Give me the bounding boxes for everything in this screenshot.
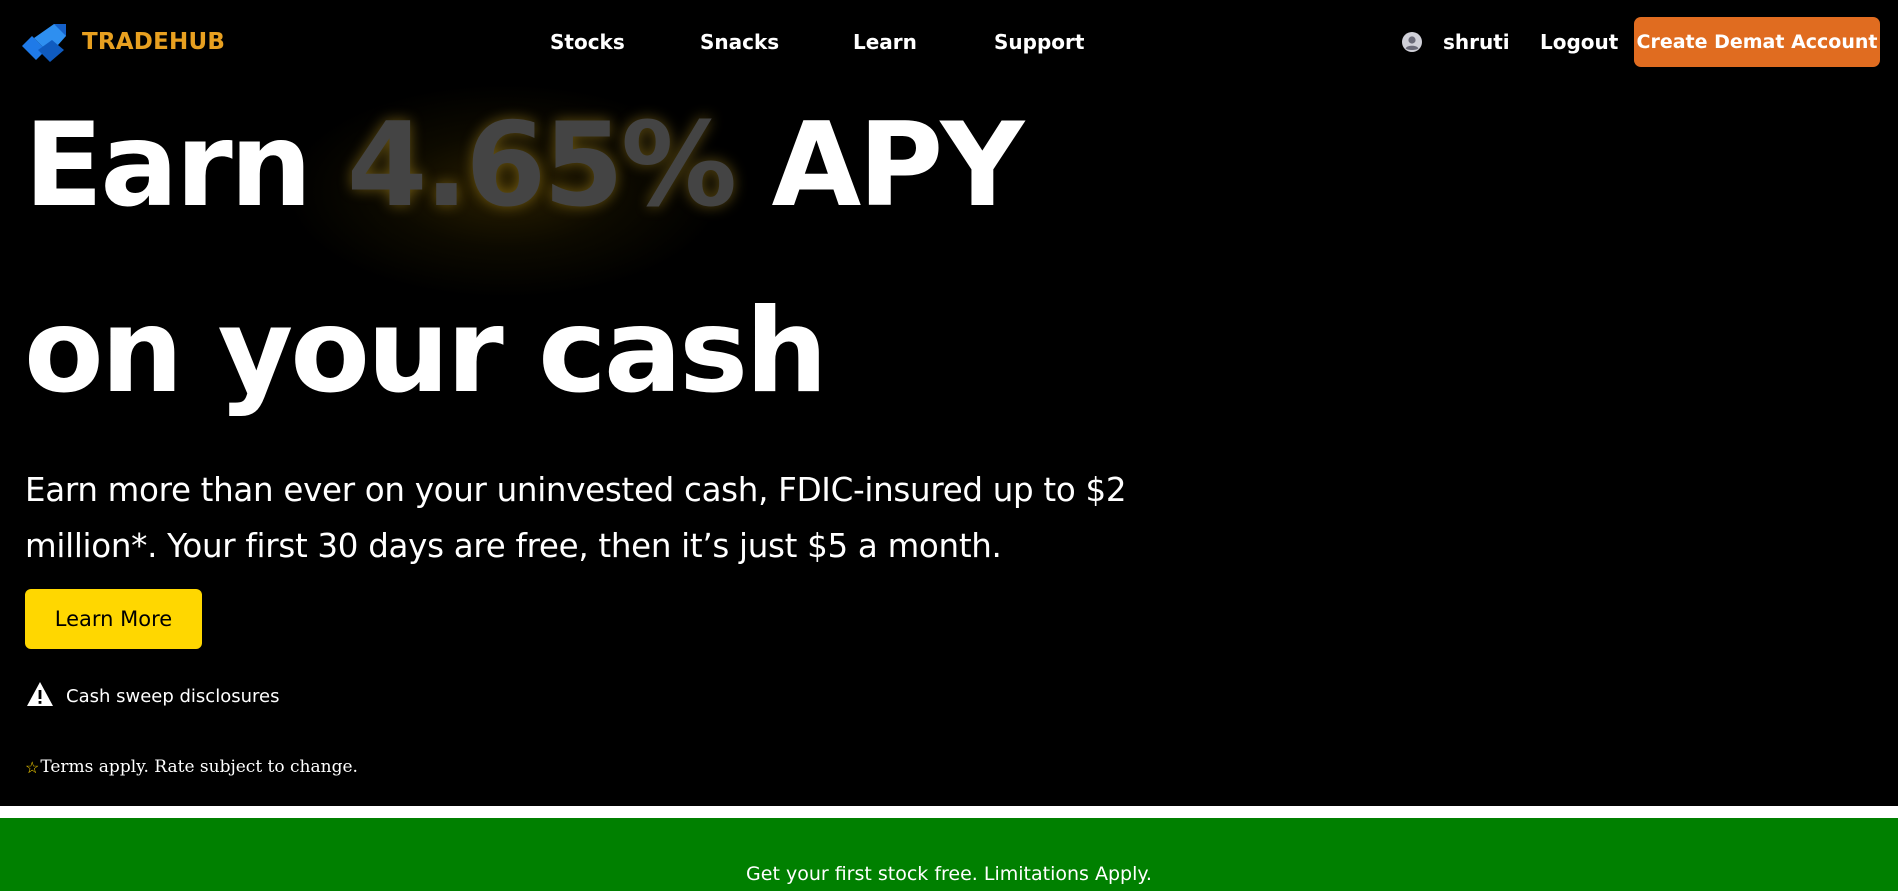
learn-more-button[interactable]: Learn More — [25, 589, 202, 649]
create-demat-account-button[interactable]: Create Demat Account — [1634, 17, 1880, 67]
headline-suffix: APY — [771, 98, 1025, 233]
promo-banner: Get your first stock free. Limitations A… — [0, 818, 1898, 891]
nav-snacks[interactable]: Snacks — [700, 30, 779, 54]
logout-link[interactable]: Logout — [1540, 30, 1618, 54]
hero-section: TRADEHUB Stocks Snacks Learn Support shr… — [0, 0, 1898, 806]
disclosure-label: Cash sweep disclosures — [66, 686, 280, 707]
user-avatar-icon[interactable] — [1402, 32, 1422, 52]
hero-description: Earn more than ever on your uninvested c… — [25, 471, 1127, 565]
terms-note: ☆ Terms apply. Rate subject to change. — [25, 757, 358, 777]
cash-sweep-disclosures-link[interactable]: Cash sweep disclosures — [26, 680, 279, 707]
promo-text: Get your first stock free. Limitations A… — [746, 863, 1152, 885]
nav-learn[interactable]: Learn — [853, 30, 917, 54]
brand-logo[interactable]: TRADEHUB — [20, 20, 225, 64]
nav-support[interactable]: Support — [994, 30, 1084, 54]
nav-stocks[interactable]: Stocks — [550, 30, 625, 54]
star-icon: ☆ — [25, 757, 40, 777]
terms-text: Terms apply. Rate subject to change. — [40, 757, 358, 777]
headline-prefix: Earn — [24, 98, 312, 233]
tradehub-arrow-logo-icon — [22, 24, 66, 62]
brand-name: TRADEHUB — [82, 29, 226, 55]
headline-line-1: Earn 4.65% APY — [24, 108, 1024, 224]
apy-rate: 4.65% — [346, 98, 737, 233]
warning-icon — [27, 681, 53, 706]
headline-line-2: on your cash — [24, 284, 828, 419]
username-label[interactable]: shruti — [1443, 30, 1510, 54]
